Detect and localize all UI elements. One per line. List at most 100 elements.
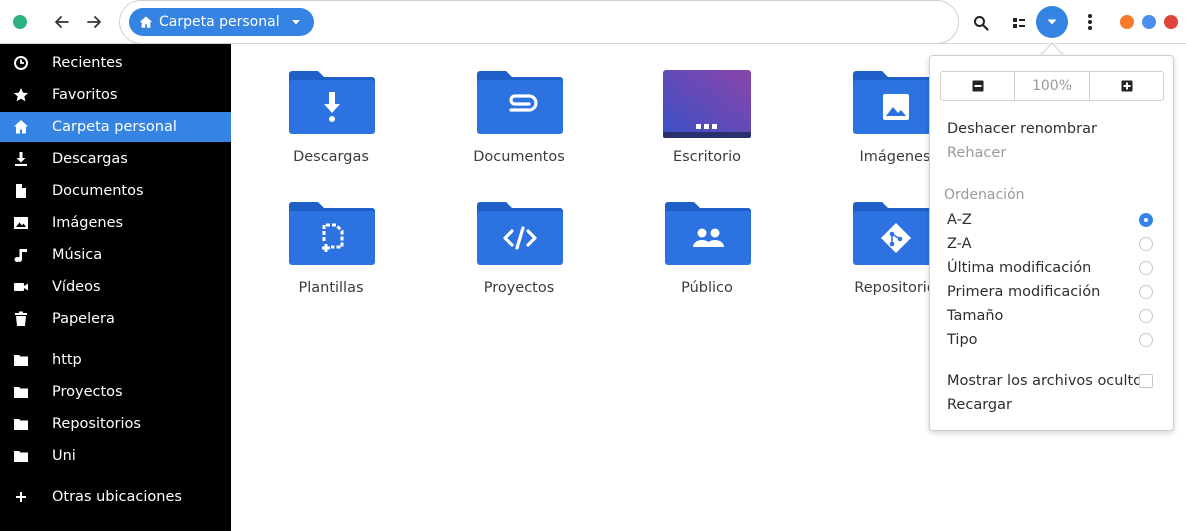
sort-radio-a-z[interactable]	[1139, 213, 1153, 227]
zoom-in-button[interactable]	[1089, 72, 1163, 100]
sidebar-item-label: Uni	[52, 448, 76, 464]
arrow-left-icon	[55, 16, 69, 28]
sidebar-item-label: Documentos	[52, 183, 144, 199]
file-name: Plantillas	[298, 280, 364, 296]
document-icon	[12, 182, 30, 200]
git-folder-icon	[853, 202, 939, 265]
file-item-publico[interactable]: Público	[627, 201, 787, 321]
sidebar-item-carpeta-personal[interactable]: Carpeta personal	[0, 112, 231, 142]
sidebar-item-papelera[interactable]: Papelera	[0, 304, 231, 334]
arrow-right-icon	[87, 16, 101, 28]
sidebar-item-label: Música	[52, 247, 103, 263]
sort-option-z-a[interactable]: Z-A	[947, 236, 972, 252]
sidebar-item-musica[interactable]: Música	[0, 240, 231, 270]
sort-radio-first-modified[interactable]	[1139, 285, 1153, 299]
kebab-menu-icon	[1088, 14, 1092, 30]
search-icon	[974, 16, 989, 31]
sidebar-item-imagenes[interactable]: Imágenes	[0, 208, 231, 238]
zoom-out-button[interactable]	[941, 72, 1015, 100]
trash-icon	[12, 310, 30, 328]
file-name: Documentos	[473, 149, 565, 165]
sidebar-item-label: Papelera	[52, 311, 115, 327]
sort-option-size[interactable]: Tamaño	[947, 308, 1003, 324]
folder-icon	[12, 447, 30, 465]
clock-icon	[12, 54, 30, 72]
show-hidden-checkbox[interactable]	[1139, 374, 1153, 388]
sort-option-a-z[interactable]: A-Z	[947, 212, 972, 228]
sidebar-item-repositorios[interactable]: Repositorios	[0, 409, 231, 439]
file-item-descargas[interactable]: Descargas	[251, 70, 411, 190]
minimize-button[interactable]	[1120, 15, 1134, 29]
caret-down-icon	[1047, 19, 1057, 25]
search-button[interactable]	[970, 12, 992, 34]
download-icon	[12, 150, 30, 168]
sort-radio-last-modified[interactable]	[1139, 261, 1153, 275]
folder-icon	[12, 383, 30, 401]
reload-item[interactable]: Recargar	[947, 397, 1012, 413]
video-icon	[12, 278, 30, 296]
sidebar-item-videos[interactable]: Vídeos	[0, 272, 231, 302]
public-folder-icon	[665, 202, 751, 265]
folder-icon	[12, 351, 30, 369]
file-item-escritorio[interactable]: Escritorio	[627, 70, 787, 190]
back-button[interactable]	[52, 12, 72, 32]
view-toggle-button[interactable]	[1008, 12, 1030, 34]
sidebar-item-recientes[interactable]: Recientes	[0, 48, 231, 78]
sidebar-item-label: Vídeos	[52, 279, 101, 295]
close-button[interactable]	[1164, 15, 1178, 29]
sort-option-type[interactable]: Tipo	[947, 332, 978, 348]
templates-folder-icon	[289, 202, 375, 265]
file-item-documentos[interactable]: Documentos	[439, 70, 599, 190]
documents-folder-icon	[477, 71, 563, 134]
forward-button[interactable]	[84, 12, 104, 32]
code-folder-icon	[477, 202, 563, 265]
plus-icon	[1121, 80, 1132, 92]
zoom-level: 100%	[1031, 78, 1073, 94]
home-icon	[139, 16, 153, 28]
view-options-button[interactable]	[1036, 6, 1068, 38]
caret-down-icon	[291, 20, 300, 25]
sidebar-item-label: Repositorios	[52, 416, 141, 432]
header-bar: Carpeta personal	[0, 0, 1186, 44]
file-name: Descargas	[293, 149, 369, 165]
sidebar-item-otras-ubicaciones[interactable]: Otras ubicaciones	[0, 482, 231, 512]
main-menu-button[interactable]	[1080, 11, 1100, 33]
minus-icon	[972, 80, 983, 92]
plus-icon	[12, 488, 30, 506]
breadcrumb-home[interactable]: Carpeta personal	[129, 8, 314, 36]
grid-view-icon	[1013, 18, 1025, 28]
zoom-controls: 100%	[940, 71, 1164, 101]
file-item-plantillas[interactable]: Plantillas	[251, 201, 411, 321]
download-folder-icon	[289, 71, 375, 134]
sort-radio-type[interactable]	[1139, 333, 1153, 347]
sidebar-item-proyectos[interactable]: Proyectos	[0, 377, 231, 407]
sort-option-first-modified[interactable]: Primera modificación	[947, 284, 1100, 300]
home-icon	[12, 118, 30, 136]
sort-radio-size[interactable]	[1139, 309, 1153, 323]
sidebar-item-label: Favoritos	[52, 87, 118, 103]
view-options-popover: 100% Deshacer renombrar Rehacer Ordenaci…	[929, 55, 1174, 431]
sidebar-item-label: Descargas	[52, 151, 128, 167]
breadcrumb-label: Carpeta personal	[159, 14, 280, 30]
file-item-proyectos[interactable]: Proyectos	[439, 201, 599, 321]
sidebar-item-http[interactable]: http	[0, 345, 231, 375]
sidebar-item-label: Recientes	[52, 55, 123, 71]
sidebar-item-descargas[interactable]: Descargas	[0, 144, 231, 174]
show-hidden-files-item[interactable]: Mostrar los archivos ocultos	[947, 373, 1150, 389]
star-icon	[12, 86, 30, 104]
folder-icon	[12, 415, 30, 433]
file-name: Proyectos	[483, 280, 555, 296]
sidebar-item-uni[interactable]: Uni	[0, 441, 231, 471]
undo-rename-item[interactable]: Deshacer renombrar	[947, 121, 1097, 137]
sidebar-item-documentos[interactable]: Documentos	[0, 176, 231, 206]
sort-heading: Ordenación	[944, 187, 1025, 203]
music-icon	[12, 246, 30, 264]
sort-radio-z-a[interactable]	[1139, 237, 1153, 251]
desktop-folder-icon	[663, 70, 751, 138]
image-icon	[12, 214, 30, 232]
sort-option-last-modified[interactable]: Última modificación	[947, 260, 1091, 276]
redo-item[interactable]: Rehacer	[947, 145, 1006, 161]
maximize-button[interactable]	[1142, 15, 1156, 29]
file-name: Escritorio	[672, 149, 742, 165]
sidebar-item-favoritos[interactable]: Favoritos	[0, 80, 231, 110]
